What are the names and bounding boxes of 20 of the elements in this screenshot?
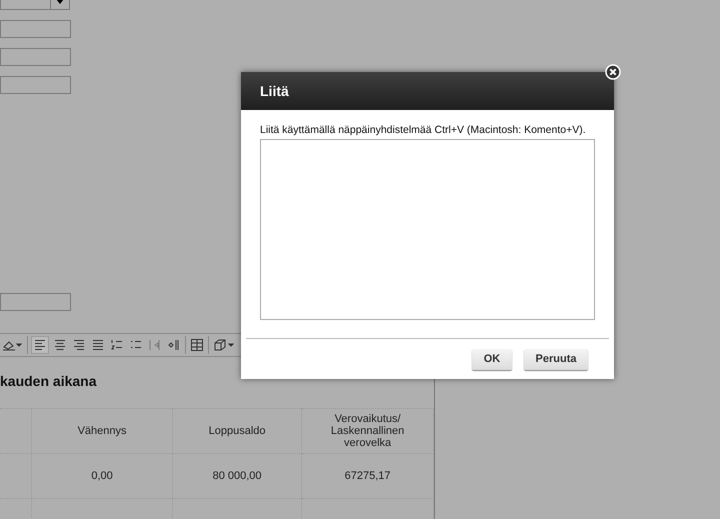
section-heading: kauden aikana bbox=[0, 373, 98, 389]
ok-button[interactable]: OK bbox=[472, 348, 512, 370]
justify-icon[interactable] bbox=[90, 337, 106, 353]
column-header: Vähennys bbox=[32, 408, 172, 454]
align-right-icon[interactable] bbox=[71, 337, 87, 353]
column-header: Loppusaldo bbox=[172, 408, 302, 454]
input-field[interactable] bbox=[0, 293, 71, 311]
input-field[interactable] bbox=[0, 48, 71, 66]
table-icon[interactable] bbox=[189, 337, 205, 353]
input-field[interactable] bbox=[0, 76, 71, 94]
align-left-icon[interactable] bbox=[31, 336, 49, 354]
table-cell: 80 000,00 bbox=[172, 454, 302, 498]
align-center-icon[interactable] bbox=[52, 337, 68, 353]
table-cell: 0,00 bbox=[32, 454, 172, 498]
input-field[interactable] bbox=[0, 20, 71, 38]
box-icon[interactable] bbox=[212, 337, 236, 353]
cancel-button[interactable]: Peruuta bbox=[524, 348, 588, 370]
dialog-title: Liitä bbox=[260, 83, 289, 99]
close-icon[interactable] bbox=[605, 64, 622, 81]
instruction-text: Liitä käyttämällä näppäinyhdistelmää Ctrl+V (Macintosh: Komento+V). bbox=[260, 124, 586, 137]
